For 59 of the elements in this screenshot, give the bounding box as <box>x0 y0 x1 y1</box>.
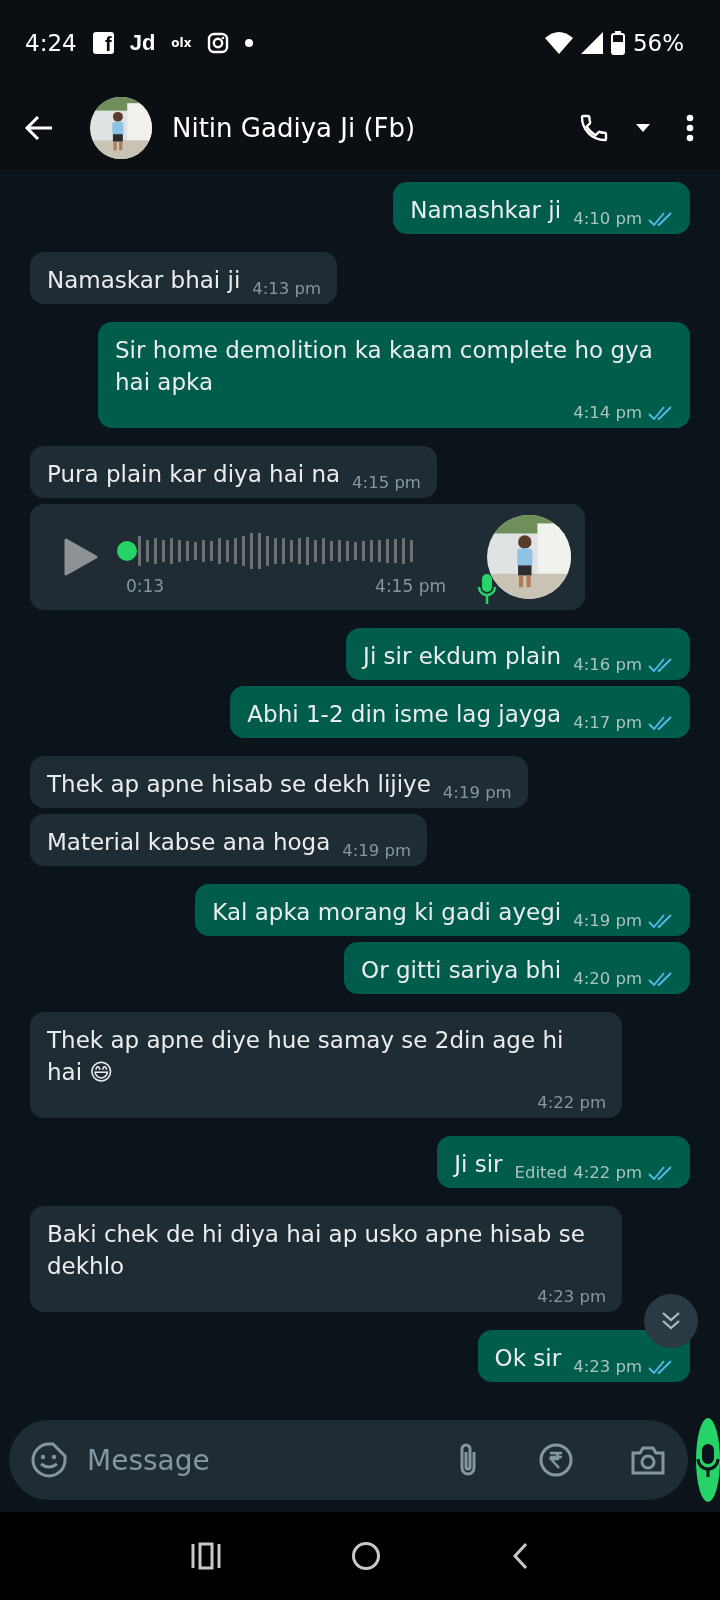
message-text: Thek ap apne diye hue samay se 2din age hi hai 😄 <box>47 1026 565 1087</box>
message-time: 4:13 pm <box>252 278 322 300</box>
message-text: Namashkar ji <box>410 196 562 225</box>
message-text: Baki chek de hi diya hai ap usko apne hisab se dekhlo <box>47 1220 586 1281</box>
scroll-down-button[interactable] <box>644 1294 698 1348</box>
battery-percent: 56% <box>632 30 684 56</box>
microphone-icon <box>477 573 497 605</box>
message-text: Material kabse ana hoga <box>47 828 331 857</box>
edited-label: Edited <box>514 1162 568 1184</box>
message-text: Pura plain kar diya hai na <box>47 460 341 489</box>
microphone-icon[interactable] <box>696 1443 720 1477</box>
back-icon[interactable] <box>511 1542 529 1570</box>
message-time: 4:14 pm <box>573 402 642 424</box>
camera-icon <box>207 32 230 54</box>
message-time: 4:23 pm <box>537 1286 606 1308</box>
playback-thumb-icon[interactable] <box>116 540 138 562</box>
message-time: 4:22 pm <box>573 1162 642 1184</box>
message-time: 4:10 pm <box>573 208 642 230</box>
message-text: Ok sir <box>494 1344 562 1373</box>
phone-icon[interactable] <box>578 112 610 144</box>
more-options-icon[interactable] <box>686 114 694 142</box>
message-time: 4:23 pm <box>573 1356 642 1378</box>
message-time: 4:15 pm <box>375 575 446 597</box>
clock-time: 4:24 <box>25 30 77 56</box>
camera-icon[interactable] <box>630 1444 666 1476</box>
message-text: Abhi 1-2 din isme lag jayga <box>247 700 562 729</box>
app-icon: olx <box>171 36 192 50</box>
voice-duration: 0:13 <box>126 575 165 597</box>
message-time: 4:16 pm <box>573 654 642 676</box>
double-chevron-down-icon[interactable] <box>660 1310 682 1332</box>
rupee-payment-icon[interactable] <box>538 1442 574 1478</box>
message-field[interactable]: Message <box>85 1442 438 1478</box>
back-arrow-icon[interactable] <box>24 115 54 141</box>
message-text: Or gitti sariya bhi <box>361 956 562 985</box>
message-text: Namaskar bhai ji <box>47 266 241 295</box>
sticker-icon[interactable] <box>31 1442 67 1478</box>
dot-icon <box>245 39 254 47</box>
message-time: 4:19 pm <box>442 782 512 804</box>
message-time: 4:20 pm <box>573 968 642 990</box>
recent-apps-icon[interactable] <box>191 1542 221 1570</box>
home-icon[interactable] <box>351 1541 381 1571</box>
message-text: Kal apka morang ki gadi ayegi <box>212 898 562 927</box>
message-time: 4:15 pm <box>352 472 421 494</box>
message-time: 4:17 pm <box>573 712 642 734</box>
app-icon: Jd <box>129 30 156 56</box>
battery-icon <box>610 31 625 55</box>
voice-record-button[interactable] <box>696 1418 720 1502</box>
facebook-icon: f <box>92 32 114 54</box>
signal-icon <box>580 32 603 54</box>
message-text: Ji sir <box>454 1150 503 1179</box>
message-time: 4:19 pm <box>342 840 412 862</box>
message-time: 4:22 pm <box>537 1092 606 1114</box>
message-time: 4:19 pm <box>573 910 642 932</box>
message-text: Ji sir ekdum plain <box>363 642 562 671</box>
message-text: Sir home demolition ka kaam complete ho gya hai apka <box>115 336 654 397</box>
message-text: Thek ap apne hisab se dekh lijiye <box>47 770 431 799</box>
play-icon[interactable] <box>64 538 98 576</box>
dropdown-caret-icon[interactable] <box>636 124 650 132</box>
wifi-icon <box>544 32 573 54</box>
